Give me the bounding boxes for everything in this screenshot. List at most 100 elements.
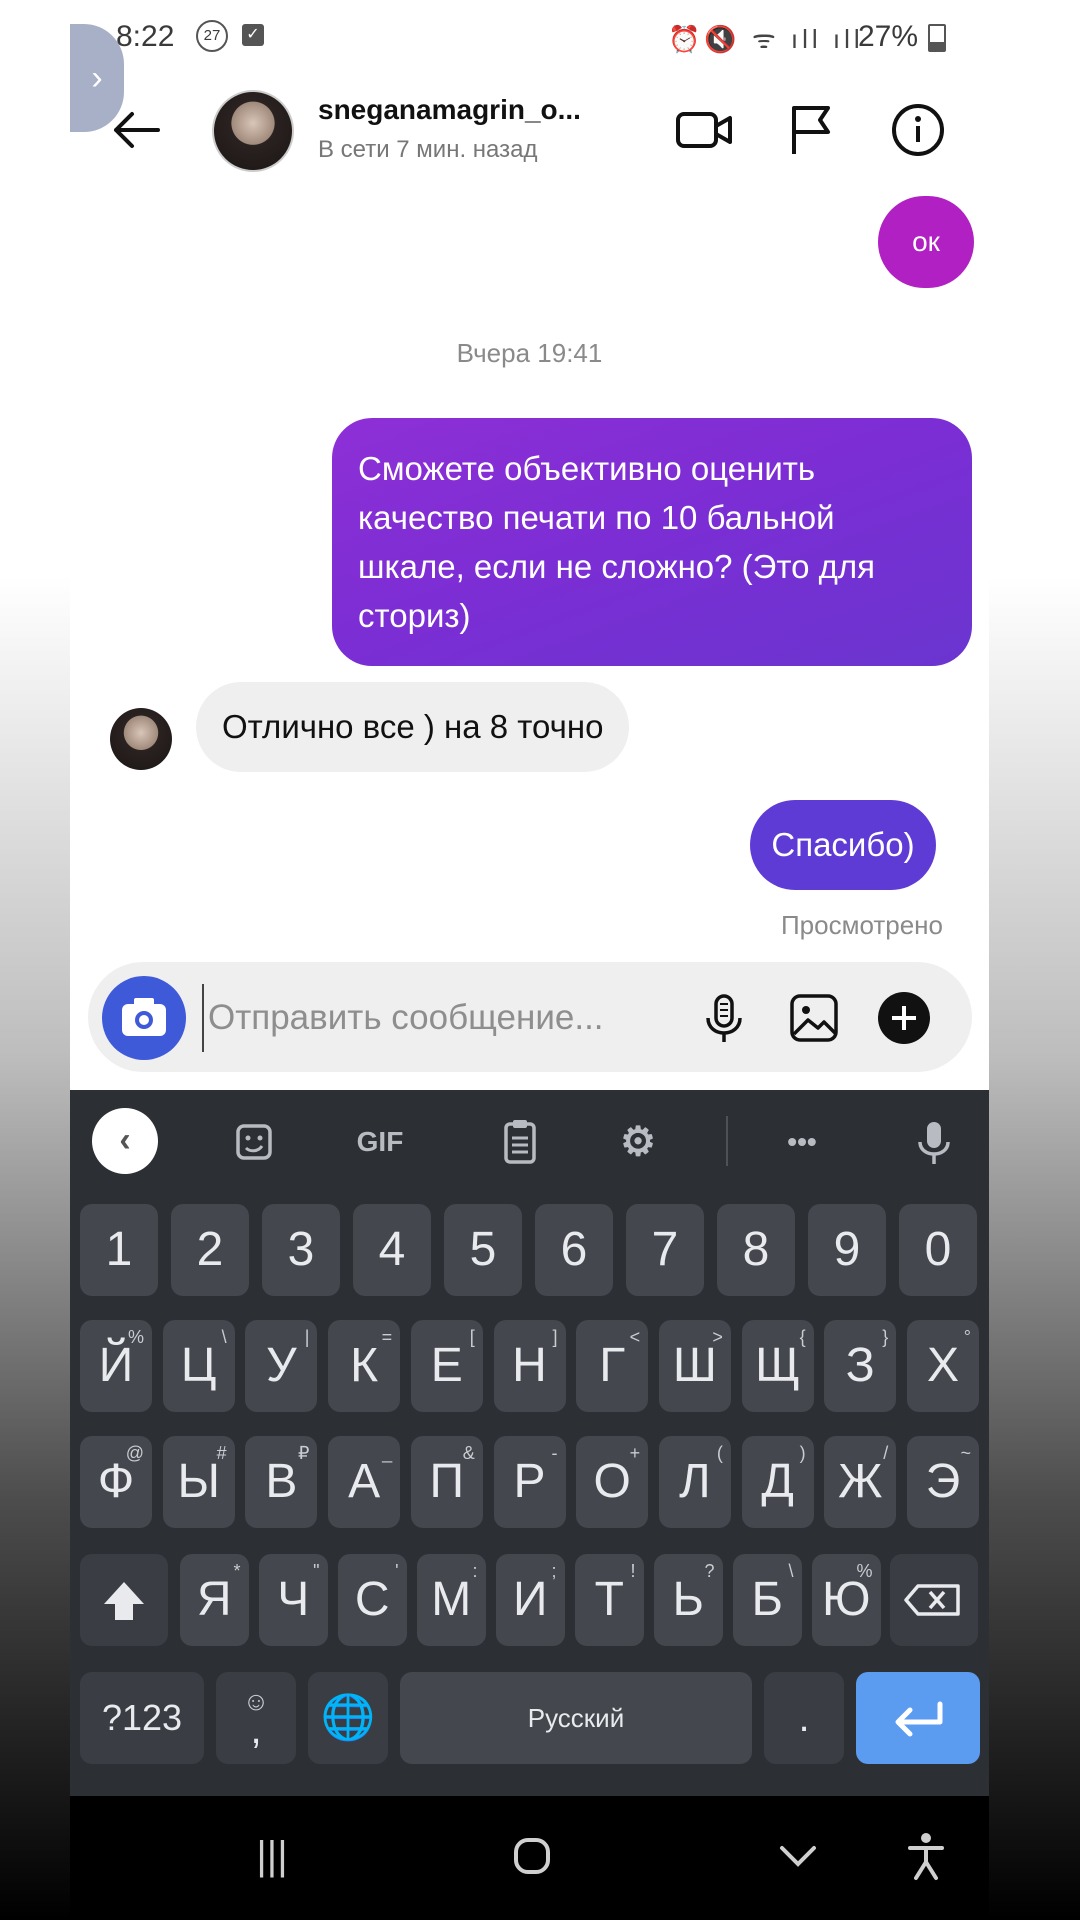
message-outgoing[interactable]: Спасибо): [750, 800, 936, 890]
contact-username[interactable]: sneganamagrin_o...: [318, 94, 581, 126]
letter-key[interactable]: Д): [741, 1436, 814, 1528]
letter-key[interactable]: К =: [328, 1320, 401, 1412]
letter-key[interactable]: Й%: [80, 1320, 152, 1412]
number-key[interactable]: 1: [80, 1204, 158, 1296]
key-label: Р: [513, 1455, 546, 1508]
key-alt-label: =: [381, 1327, 393, 1347]
key-alt-label: ;: [551, 1561, 557, 1581]
notification-badge: 27: [196, 20, 228, 52]
key-label: 3: [287, 1223, 315, 1276]
key-label: 4: [378, 1223, 406, 1276]
letter-key[interactable]: Ы #: [162, 1436, 235, 1528]
clipboard-icon[interactable]: [490, 1112, 550, 1172]
backspace-icon: [904, 1584, 960, 1616]
letter-key[interactable]: Ж /: [824, 1436, 897, 1528]
key-alt-label: ₽: [297, 1443, 310, 1463]
letter-key[interactable]: У |: [245, 1320, 318, 1412]
letter-key[interactable]: С ': [338, 1554, 407, 1646]
key-label: 7: [651, 1223, 679, 1276]
shift-key[interactable]: [80, 1554, 168, 1646]
gallery-icon[interactable]: [786, 990, 842, 1046]
info-icon[interactable]: [888, 100, 948, 160]
message-incoming[interactable]: Отлично все ) на 8 точно: [196, 682, 630, 772]
letter-key[interactable]: В ₽: [245, 1436, 318, 1528]
number-key[interactable]: 5: [444, 1204, 522, 1296]
right-backdrop: [989, 0, 1080, 1920]
letter-key[interactable]: Ч ": [259, 1554, 328, 1646]
letter-key[interactable]: Л(: [658, 1436, 731, 1528]
recent-apps-icon[interactable]: |||: [242, 1826, 302, 1886]
key-alt-label: [: [469, 1327, 475, 1347]
microphone-icon[interactable]: [696, 990, 752, 1046]
add-icon[interactable]: [876, 990, 932, 1046]
letter-key[interactable]: И;: [496, 1554, 565, 1646]
report-flag-icon[interactable]: [782, 100, 842, 160]
key-alt-label: @: [125, 1443, 144, 1463]
letter-key[interactable]: О +: [576, 1436, 649, 1528]
letter-key[interactable]: А _: [328, 1436, 401, 1528]
edge-panel-handle[interactable]: ›: [70, 24, 124, 132]
sticker-icon[interactable]: [224, 1112, 284, 1172]
letter-key[interactable]: Я *: [180, 1554, 249, 1646]
key-label: У: [266, 1339, 297, 1392]
number-key[interactable]: 0: [899, 1204, 977, 1296]
home-icon[interactable]: [502, 1826, 562, 1886]
voice-input-icon[interactable]: [904, 1112, 964, 1172]
letter-key[interactable]: Щ{: [741, 1320, 814, 1412]
accessibility-icon[interactable]: [896, 1826, 956, 1886]
backspace-key[interactable]: [890, 1554, 978, 1646]
letter-key[interactable]: Н]: [493, 1320, 566, 1412]
number-key[interactable]: 2: [171, 1204, 249, 1296]
emoji-comma-key[interactable]: ☺ ,: [216, 1672, 296, 1764]
letter-key[interactable]: Ц \: [162, 1320, 235, 1412]
message-input[interactable]: [202, 984, 650, 1052]
letter-key[interactable]: Ф @: [80, 1436, 152, 1528]
number-key[interactable]: 6: [535, 1204, 613, 1296]
keyboard-toolbar: ‹ GIF ⚙ •••: [70, 1090, 989, 1192]
language-globe-icon[interactable]: 🌐: [308, 1672, 388, 1764]
camera-button[interactable]: [102, 976, 186, 1060]
letter-key[interactable]: Х °: [907, 1320, 979, 1412]
contact-avatar[interactable]: [212, 90, 294, 172]
letter-key[interactable]: Ь?: [654, 1554, 723, 1646]
phone-screen: 8:22 27 ✓ ⏰🔇 ᯤ ıll ıll 27% sneganamagrin…: [70, 0, 989, 1920]
gif-button[interactable]: GIF: [350, 1112, 410, 1172]
key-label: Т: [594, 1573, 624, 1626]
key-alt-label: *: [233, 1561, 241, 1581]
video-call-icon[interactable]: [674, 100, 734, 160]
number-key[interactable]: 9: [808, 1204, 886, 1296]
sender-avatar[interactable]: [110, 708, 172, 770]
collapse-toolbar-button[interactable]: ‹: [92, 1108, 158, 1174]
letter-key[interactable]: Ш >: [658, 1320, 731, 1412]
letter-key[interactable]: М:: [417, 1554, 486, 1646]
message-outgoing[interactable]: Сможете объективно оценить качество печа…: [332, 418, 972, 666]
letter-key[interactable]: Т!: [575, 1554, 644, 1646]
letter-key[interactable]: Г <: [576, 1320, 649, 1412]
letter-key[interactable]: П &: [410, 1436, 483, 1528]
number-key[interactable]: 4: [353, 1204, 431, 1296]
settings-gear-icon[interactable]: ⚙: [608, 1112, 668, 1172]
key-label: Е: [430, 1339, 463, 1392]
letter-key[interactable]: Б \: [733, 1554, 802, 1646]
letter-key[interactable]: Е[: [410, 1320, 483, 1412]
key-label: Ц: [180, 1339, 217, 1392]
number-key[interactable]: 7: [626, 1204, 704, 1296]
space-key[interactable]: Русский: [400, 1672, 752, 1764]
key-label: Х: [926, 1339, 959, 1392]
hide-keyboard-chevron-icon[interactable]: [768, 1826, 828, 1886]
key-alt-label: %: [856, 1561, 873, 1581]
key-label: Н: [512, 1339, 547, 1392]
symbols-key[interactable]: ?123: [80, 1672, 204, 1764]
period-key[interactable]: .: [764, 1672, 844, 1764]
more-options-button[interactable]: •••: [762, 1112, 842, 1172]
letter-key[interactable]: Ю%: [812, 1554, 881, 1646]
enter-key[interactable]: [856, 1672, 980, 1764]
letter-key[interactable]: Р-: [493, 1436, 566, 1528]
key-alt-label: }: [882, 1327, 889, 1347]
message-outgoing[interactable]: ок: [878, 196, 974, 288]
key-alt-label: (: [716, 1443, 723, 1463]
number-key[interactable]: 3: [262, 1204, 340, 1296]
letter-key[interactable]: З}: [824, 1320, 897, 1412]
letter-key[interactable]: Э ~: [907, 1436, 979, 1528]
number-key[interactable]: 8: [717, 1204, 795, 1296]
